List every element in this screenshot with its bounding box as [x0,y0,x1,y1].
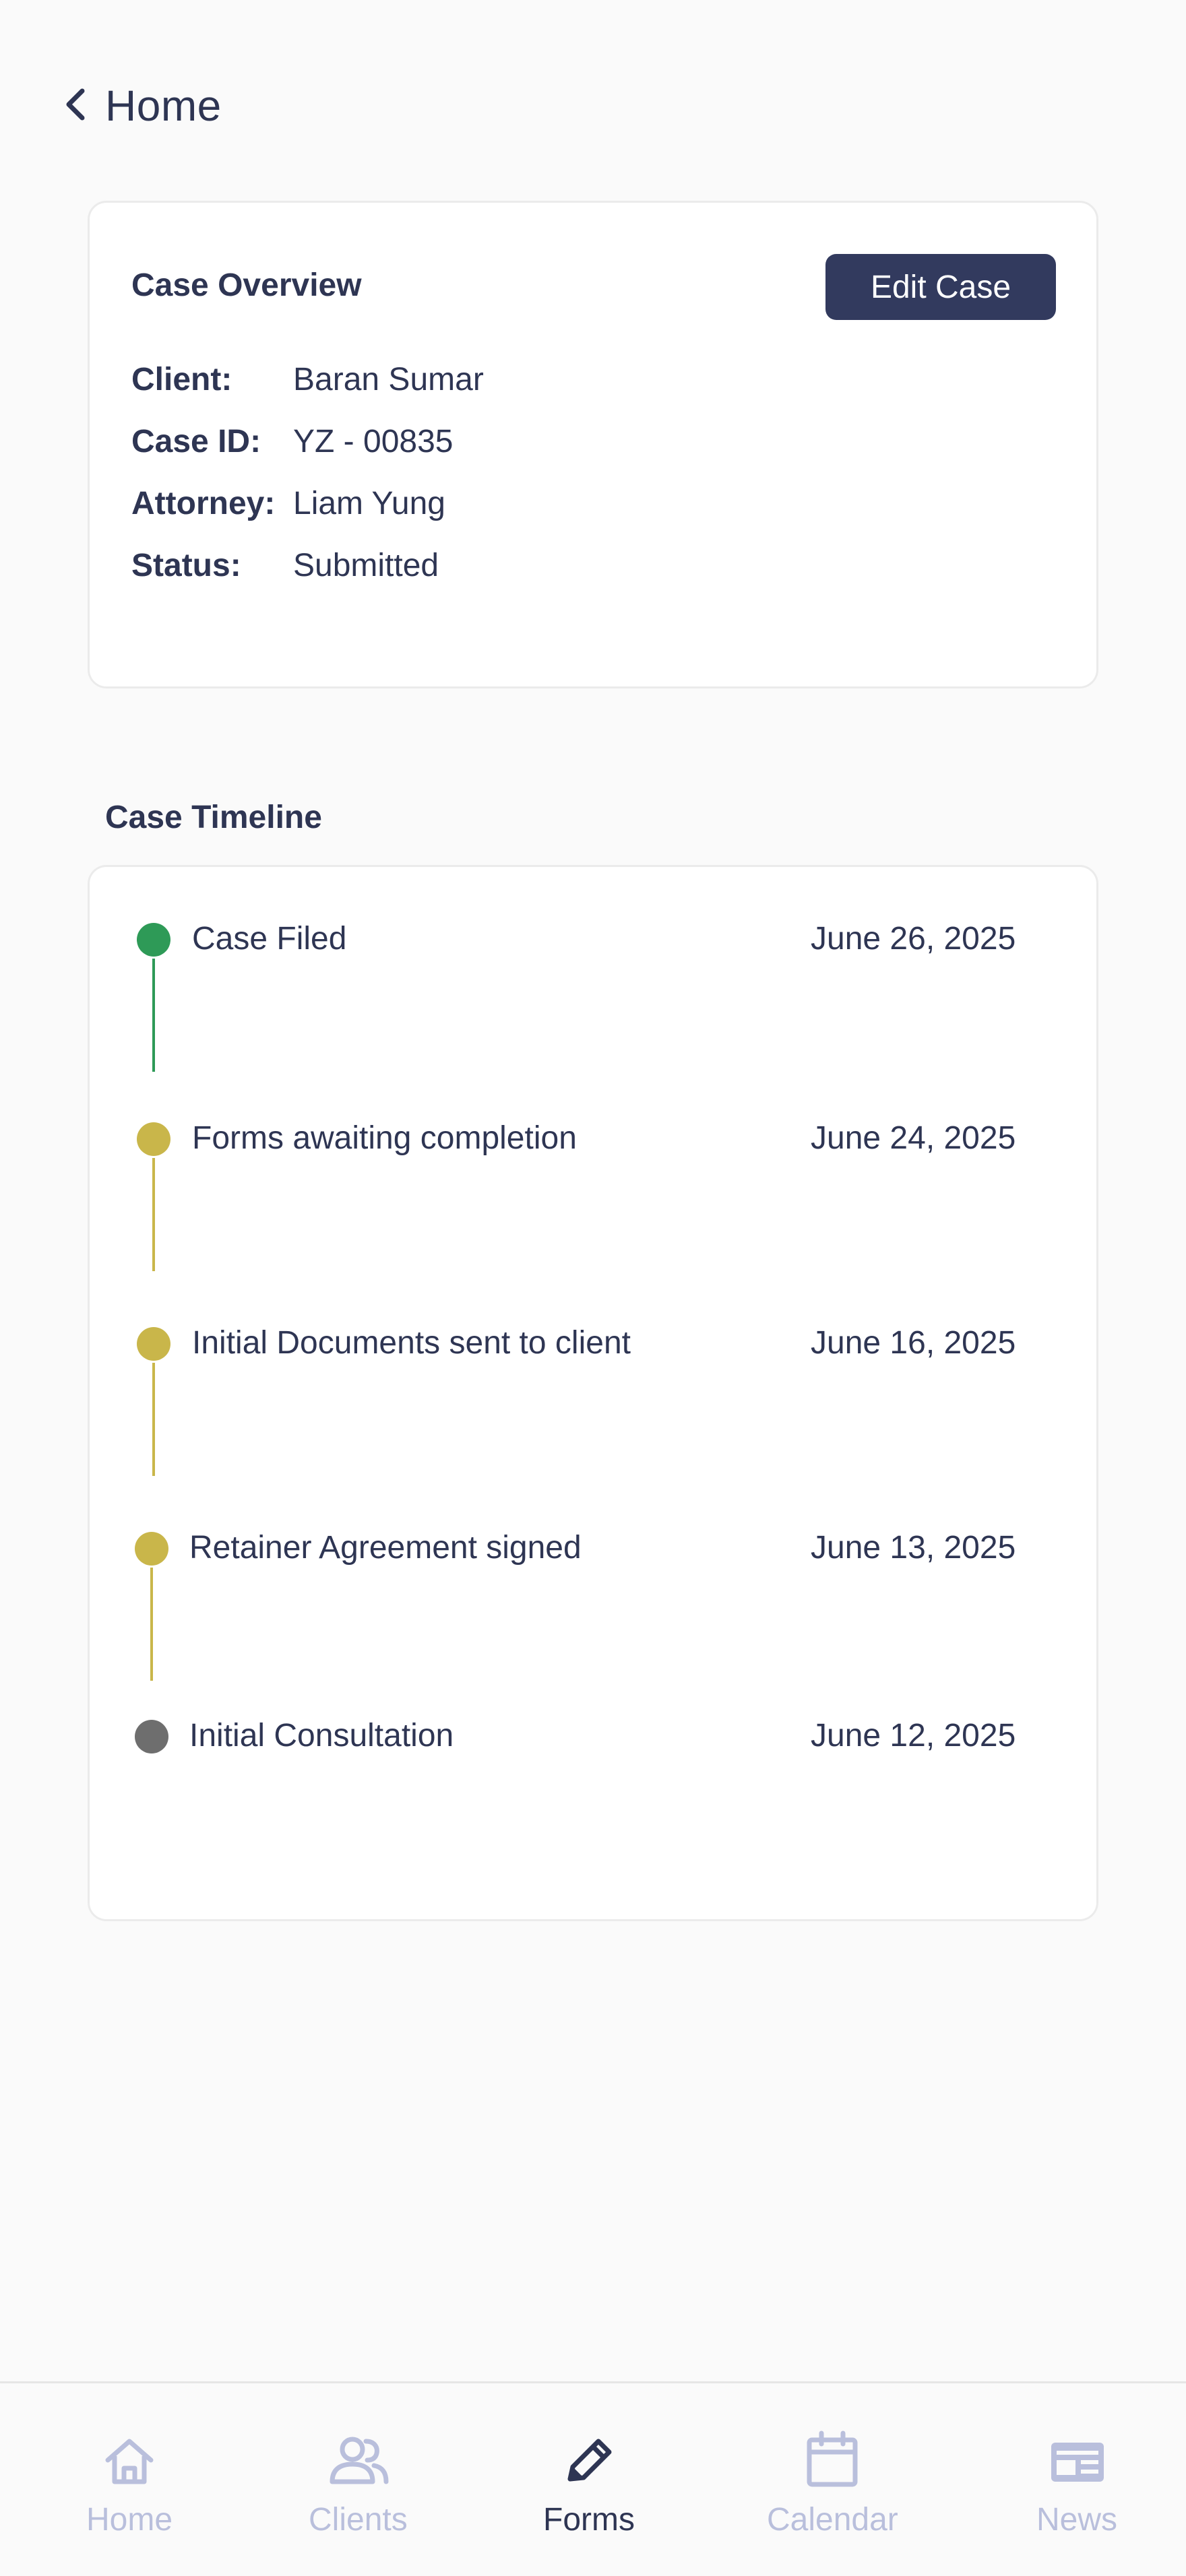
news-icon [1043,2428,1111,2496]
nav-item-home[interactable]: Home [86,2428,173,2538]
edit-case-button[interactable]: Edit Case [825,254,1056,320]
chevron-left-icon [62,86,89,127]
detail-key: Status: [131,547,241,583]
timeline-date: June 26, 2025 [811,921,1016,957]
case-overview-title: Case Overview [131,267,362,303]
detail-row-attorney: Attorney: Liam Yung [131,472,484,534]
nav-label: News [1036,2502,1118,2538]
timeline-label: Initial Consultation [189,1718,454,1753]
detail-row-case-id: Case ID: YZ - 00835 [131,410,484,472]
calendar-icon [799,2428,866,2496]
nav-label: Calendar [767,2502,898,2538]
case-details: Client: Baran Sumar Case ID: YZ - 00835 … [131,348,484,596]
detail-key: Client: [131,361,232,397]
nav-label: Forms [543,2502,635,2538]
timeline-date: June 12, 2025 [811,1718,1016,1753]
back-button[interactable]: Home [62,81,222,131]
case-details-screen: Home Case Overview Edit Case Client: Bar… [0,0,1186,2576]
case-status: Submitted [293,547,439,583]
detail-key: Attorney: [131,485,276,521]
timeline-connector [150,1568,153,1681]
timeline-connector [152,1363,155,1476]
case-timeline-title: Case Timeline [105,800,322,835]
nav-item-news[interactable]: News [1036,2428,1117,2538]
timeline-connector [152,959,155,1072]
timeline-date: June 24, 2025 [811,1120,1016,1156]
timeline-label: Case Filed [192,921,347,957]
case-id: YZ - 00835 [293,423,454,459]
timeline-date: June 13, 2025 [811,1530,1016,1566]
timeline-label: Forms awaiting completion [192,1120,577,1156]
detail-row-status: Status: Submitted [131,534,484,596]
timeline-label: Initial Documents sent to client [192,1325,631,1361]
timeline-date: June 16, 2025 [811,1325,1016,1361]
timeline-connector [152,1158,155,1271]
detail-key: Case ID: [131,423,261,459]
nav-item-forms[interactable]: Forms [543,2428,635,2538]
status-dot [137,1327,170,1361]
client-name: Baran Sumar [293,361,484,397]
status-dot [135,1720,168,1753]
attorney-name: Liam Yung [293,485,445,521]
nav-label: Home [86,2502,173,2538]
pencil-icon [555,2428,623,2496]
back-label: Home [105,82,222,130]
home-icon [96,2428,163,2496]
case-timeline-card: Case Filed June 26, 2025 Forms awaiting … [88,865,1098,1921]
detail-row-client: Client: Baran Sumar [131,348,484,410]
nav-label: Clients [309,2502,408,2538]
nav-item-calendar[interactable]: Calendar [767,2428,898,2538]
case-overview-card: Case Overview Edit Case Client: Baran Su… [88,201,1098,688]
bottom-navigation: Home Clients Forms Calendar News [0,2381,1186,2576]
timeline-label: Retainer Agreement signed [189,1530,582,1566]
status-dot [135,1532,168,1566]
nav-item-clients[interactable]: Clients [309,2428,408,2538]
status-dot [137,923,170,957]
clients-icon [324,2428,392,2496]
status-dot [137,1122,170,1156]
